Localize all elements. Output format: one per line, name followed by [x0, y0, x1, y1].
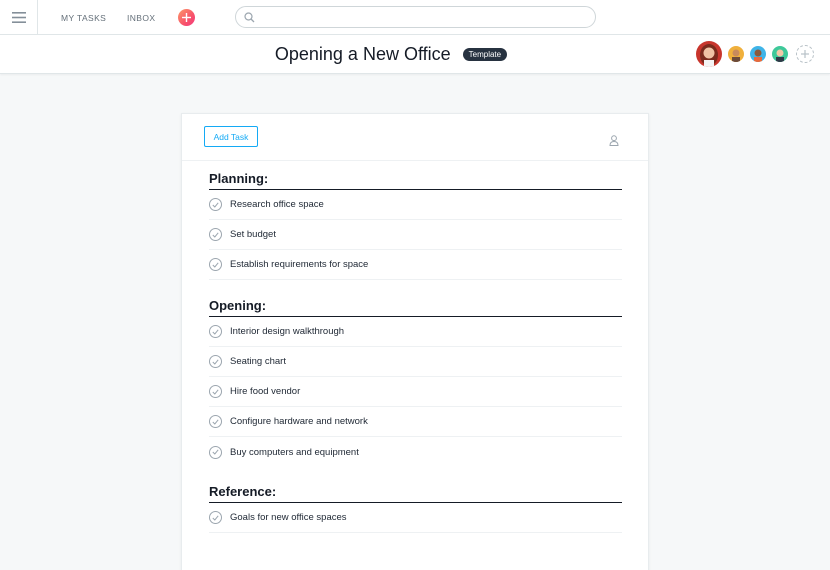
- task-name: Establish requirements for space: [230, 259, 369, 270]
- avatar[interactable]: [770, 44, 790, 64]
- check-circle-icon[interactable]: [209, 325, 222, 338]
- add-task-button[interactable]: Add Task: [204, 126, 258, 147]
- avatar[interactable]: [694, 39, 724, 69]
- task-row[interactable]: Goals for new office spaces: [209, 503, 622, 533]
- menu-button[interactable]: [0, 0, 38, 35]
- top-bar: MY TASKS INBOX: [0, 0, 830, 35]
- plus-icon: [801, 50, 809, 58]
- template-badge: Template: [462, 48, 508, 61]
- check-circle-icon[interactable]: [209, 385, 222, 398]
- task-name: Goals for new office spaces: [230, 512, 347, 523]
- task-name: Seating chart: [230, 356, 286, 367]
- avatar[interactable]: [748, 44, 768, 64]
- check-circle-icon[interactable]: [209, 198, 222, 211]
- check-circle-icon[interactable]: [209, 355, 222, 368]
- task-name: Buy computers and equipment: [230, 446, 359, 458]
- check-circle-icon[interactable]: [209, 445, 222, 459]
- task-row[interactable]: Establish requirements for space: [209, 250, 622, 280]
- task-row[interactable]: Interior design walkthrough: [209, 317, 622, 347]
- section-header[interactable]: Planning:: [209, 171, 622, 190]
- plus-icon: [182, 13, 191, 22]
- task-row[interactable]: Seating chart: [209, 347, 622, 377]
- add-member-button[interactable]: [796, 45, 814, 63]
- task-row[interactable]: Research office space: [209, 190, 622, 220]
- search-icon: [244, 12, 255, 23]
- search-input[interactable]: [260, 10, 588, 24]
- section-opening: Opening: Interior design walkthrough Sea…: [209, 298, 622, 467]
- check-circle-icon[interactable]: [209, 511, 222, 524]
- task-list-card: Add Task Planning: Research office space…: [181, 113, 649, 570]
- section-planning: Planning: Research office space Set budg…: [209, 171, 622, 280]
- task-name: Interior design walkthrough: [230, 326, 345, 337]
- task-row[interactable]: Hire food vendor: [209, 377, 622, 407]
- project-members: [694, 39, 814, 69]
- quick-add-button[interactable]: [178, 9, 195, 26]
- project-header: Opening a New Office Template: [0, 35, 830, 74]
- task-row[interactable]: Set budget: [209, 220, 622, 250]
- check-circle-icon[interactable]: [209, 258, 222, 271]
- search-bar[interactable]: [235, 6, 596, 28]
- avatar[interactable]: [726, 44, 746, 64]
- task-name: Configure hardware and network: [230, 416, 368, 427]
- task-name: Research office space: [230, 199, 324, 210]
- check-circle-icon[interactable]: [209, 415, 222, 428]
- task-name: Set budget: [230, 229, 276, 240]
- check-circle-icon[interactable]: [209, 228, 222, 241]
- nav-my-tasks[interactable]: MY TASKS: [61, 13, 106, 23]
- section-reference: Reference: Goals for new office spaces: [209, 484, 622, 533]
- page-title: Opening a New Office: [274, 44, 451, 64]
- task-row[interactable]: Configure hardware and network: [209, 407, 622, 437]
- section-header[interactable]: Reference:: [209, 484, 622, 503]
- section-header[interactable]: Opening:: [209, 298, 622, 317]
- assignee-icon[interactable]: [609, 135, 619, 146]
- task-name: Hire food vendor: [230, 386, 301, 397]
- nav-inbox[interactable]: INBOX: [127, 13, 155, 23]
- hamburger-menu-icon: [11, 12, 26, 23]
- card-toolbar: Add Task: [182, 114, 648, 161]
- task-row[interactable]: Buy computers and equipment: [209, 437, 622, 467]
